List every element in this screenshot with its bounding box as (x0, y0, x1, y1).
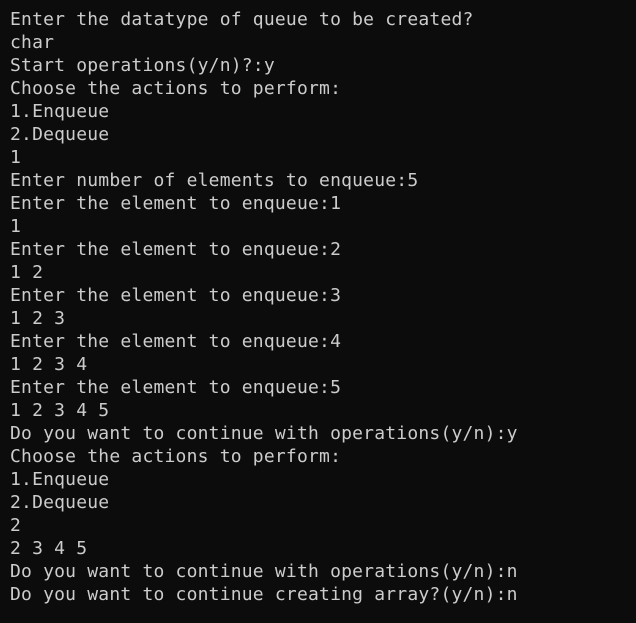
queue-state: 2 3 4 5 (10, 538, 88, 559)
queue-state: 1 2 3 (10, 308, 66, 329)
prompt-enqueue-element: Enter the element to enqueue:1 (10, 193, 342, 214)
prompt-enqueue-element: Enter the element to enqueue:3 (10, 285, 342, 306)
input-choice: 2 (10, 515, 22, 536)
prompt-continue-operations: Do you want to continue with operations(… (10, 561, 518, 582)
menu-option-enqueue: 1.Enqueue (10, 469, 110, 490)
prompt-enqueue-element: Enter the element to enqueue:5 (10, 377, 342, 398)
prompt-datatype: Enter the datatype of queue to be create… (10, 9, 474, 30)
menu-option-enqueue: 1.Enqueue (10, 101, 110, 122)
prompt-continue-operations: Do you want to continue with operations(… (10, 423, 518, 444)
queue-state: 1 (10, 216, 22, 237)
menu-heading: Choose the actions to perform: (10, 446, 342, 467)
queue-state: 1 2 3 4 5 (10, 400, 110, 421)
menu-heading: Choose the actions to perform: (10, 78, 342, 99)
prompt-enqueue-element: Enter the element to enqueue:2 (10, 239, 342, 260)
prompt-start-operations: Start operations(y/n)?:y (10, 55, 275, 76)
queue-state: 1 2 3 4 (10, 354, 88, 375)
queue-state: 1 2 (10, 262, 44, 283)
menu-option-dequeue: 2.Dequeue (10, 492, 110, 513)
menu-option-dequeue: 2.Dequeue (10, 124, 110, 145)
input-datatype: char (10, 32, 55, 53)
terminal-output[interactable]: Enter the datatype of queue to be create… (0, 0, 636, 623)
prompt-continue-creating-array: Do you want to continue creating array?(… (10, 584, 518, 605)
prompt-enqueue-element: Enter the element to enqueue:4 (10, 331, 342, 352)
prompt-element-count: Enter number of elements to enqueue:5 (10, 170, 419, 191)
input-choice: 1 (10, 147, 22, 168)
